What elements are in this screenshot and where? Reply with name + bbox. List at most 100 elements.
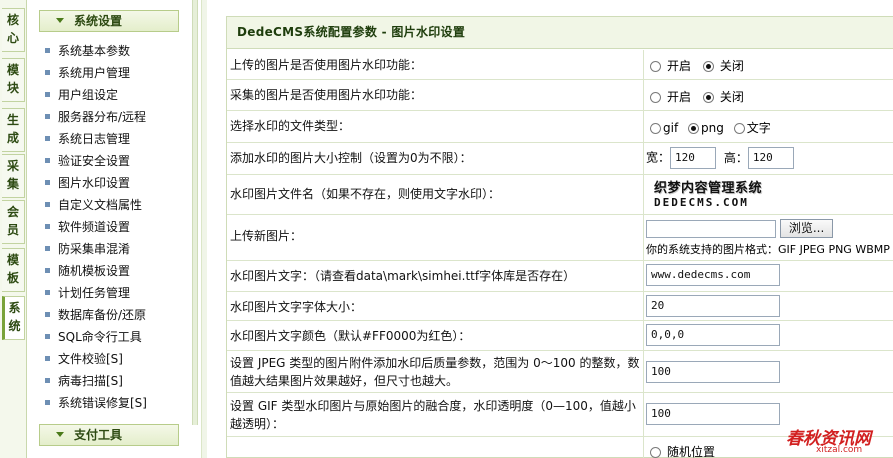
- font-color-input[interactable]: 0,0,0: [646, 324, 780, 346]
- bullet-icon: [45, 400, 50, 405]
- sidebar-item[interactable]: 防采集串混淆: [45, 238, 147, 260]
- bullet-icon: [45, 334, 50, 339]
- setting-value: 0,0,0: [643, 321, 893, 350]
- bullet-icon: [45, 158, 50, 163]
- radio-checked-icon[interactable]: [702, 92, 714, 103]
- height-input[interactable]: 120: [747, 147, 794, 169]
- width-input[interactable]: 120: [670, 147, 717, 169]
- setting-value: 20: [643, 292, 893, 320]
- splitter-bar[interactable]: [192, 0, 198, 425]
- sidebar-section-title: 系统设置: [74, 14, 123, 28]
- sidebar-item[interactable]: 随机模板设置: [45, 260, 147, 282]
- tab-modules[interactable]: 模块: [2, 58, 25, 102]
- setting-row: 水印图片文字：（请查看data\mark\simhei.ttf字体库是否存在） …: [227, 261, 893, 292]
- sidebar-section2-title: 支付工具: [74, 428, 123, 442]
- tab-generate[interactable]: 生成: [2, 108, 25, 152]
- jpeg-quality-input[interactable]: 100: [646, 361, 780, 383]
- chevron-down-icon: [56, 18, 64, 23]
- radio-icon[interactable]: [650, 447, 661, 458]
- setting-value: www.dedecms.com: [643, 261, 893, 291]
- watermark-image-line1: 织梦内容管理系统: [654, 181, 763, 196]
- sidebar-item[interactable]: 系统日志管理: [45, 128, 147, 150]
- setting-row: 水印图片文件名（如果不存在，则使用文字水印）： 织梦内容管理系统 DEDECMS…: [227, 175, 893, 215]
- bullet-icon: [45, 246, 50, 251]
- setting-label: 上传的图片是否使用图片水印功能：: [230, 58, 423, 72]
- setting-value: 织梦内容管理系统 DEDECMS.COM: [643, 175, 893, 214]
- vertical-tab-strip: 核心 模块 生成 采集 会员 模板 系统: [0, 0, 27, 458]
- sidebar-item[interactable]: 文件校验[S]: [45, 348, 147, 370]
- radio-icon[interactable]: [650, 92, 661, 103]
- font-size-input[interactable]: 20: [646, 295, 780, 317]
- radio-icon[interactable]: [733, 123, 745, 134]
- gif-transparency-input[interactable]: 100: [646, 403, 780, 425]
- sidebar-item[interactable]: 系统基本参数: [45, 40, 147, 62]
- settings-panel: DedeCMS系统配置参数 - 图片水印设置 上传的图片是否使用图片水印功能： …: [226, 16, 893, 458]
- width-label: 宽：: [646, 150, 671, 165]
- page-title: DedeCMS系统配置参数 - 图片水印设置: [227, 17, 893, 49]
- setting-row: 水印图片文字字体大小： 20: [227, 292, 893, 321]
- sidebar-item[interactable]: 图片水印设置: [45, 172, 147, 194]
- radio-icon[interactable]: [650, 61, 661, 72]
- radio-option-off[interactable]: 关闭: [702, 57, 744, 74]
- setting-label: 设置 JPEG 类型的图片附件添加水印后质量参数，范围为 0～100 的整数，数…: [230, 356, 640, 388]
- radio-option-text[interactable]: 文字: [733, 119, 771, 136]
- sidebar-section-header-payment[interactable]: 支付工具: [39, 424, 179, 446]
- sidebar-item[interactable]: 用户组设定: [45, 84, 147, 106]
- admin-window: 核心 模块 生成 采集 会员 模板 系统 系统设置 系统基本参数 系统用户管理 …: [0, 0, 893, 458]
- setting-label: 水印图片文字字体大小：: [230, 300, 363, 314]
- radio-option-gif[interactable]: gif: [650, 121, 678, 135]
- file-path-input[interactable]: [646, 219, 776, 238]
- browse-button[interactable]: 浏览...: [779, 219, 834, 238]
- bullet-icon: [45, 356, 50, 361]
- radio-option-on[interactable]: 开启: [650, 88, 691, 105]
- tab-members[interactable]: 会员: [2, 200, 25, 244]
- radio-option-png[interactable]: png: [688, 121, 724, 135]
- sidebar-item[interactable]: 自定义文档属性: [45, 194, 147, 216]
- setting-value: 开启 关闭: [643, 50, 893, 79]
- tab-system[interactable]: 系统: [2, 296, 25, 340]
- sidebar-item[interactable]: 计划任务管理: [45, 282, 147, 304]
- setting-value: 浏览... 你的系统支持的图片格式：GIF JPEG PNG WBMP: [643, 215, 893, 260]
- watermark-site-url: xitzal.com: [816, 445, 863, 455]
- sidebar-item[interactable]: 验证安全设置: [45, 150, 147, 172]
- tab-templates[interactable]: 模板: [2, 248, 25, 292]
- sidebar-item[interactable]: 数据库备份/还原: [45, 304, 147, 326]
- sidebar-item[interactable]: 软件频道设置: [45, 216, 147, 238]
- sidebar-item[interactable]: SQL命令行工具: [45, 326, 147, 348]
- scrollbar-track[interactable]: [201, 0, 207, 458]
- sidebar-item[interactable]: 服务器分布/远程: [45, 106, 147, 128]
- sidebar-item[interactable]: 病毒扫描[S]: [45, 370, 147, 392]
- radio-checked-icon[interactable]: [702, 61, 714, 72]
- setting-value: gif png 文字: [643, 111, 893, 142]
- setting-value: 开启 关闭: [643, 80, 893, 110]
- setting-label: 水印图片文字颜色（默认#FF0000为红色）：: [230, 329, 471, 343]
- tab-collect[interactable]: 采集: [2, 154, 25, 198]
- bullet-icon: [45, 202, 50, 207]
- tab-core[interactable]: 核心: [2, 8, 25, 52]
- watermark-text-input[interactable]: www.dedecms.com: [646, 264, 780, 286]
- bullet-icon: [45, 268, 50, 273]
- radio-option-on[interactable]: 开启: [650, 57, 691, 74]
- setting-label: 设置 GIF 类型水印图片与原始图片的融合度，水印透明度（0—100，值越小越透…: [230, 399, 636, 431]
- radio-option-random[interactable]: 随机位置: [650, 443, 715, 458]
- setting-value: 100: [643, 351, 893, 392]
- height-label: 高：: [723, 150, 748, 165]
- panel-splitter[interactable]: [190, 0, 209, 458]
- radio-icon[interactable]: [650, 123, 661, 134]
- bullet-icon: [45, 312, 50, 317]
- sidebar-item[interactable]: 系统用户管理: [45, 62, 147, 84]
- bullet-icon: [45, 48, 50, 53]
- site-watermark-logo: 春秋资讯网 xitzal.com: [776, 424, 893, 458]
- setting-row: 选择水印的文件类型： gif png 文字: [227, 111, 893, 143]
- bullet-icon: [45, 378, 50, 383]
- chevron-down-icon: [56, 432, 64, 437]
- radio-checked-icon[interactable]: [688, 123, 700, 134]
- bullet-icon: [45, 290, 50, 295]
- watermark-image-line2: DEDECMS.COM: [654, 196, 749, 209]
- setting-row: 上传新图片： 浏览... 你的系统支持的图片格式：GIF JPEG PNG WB…: [227, 215, 893, 261]
- sidebar: 系统设置 系统基本参数 系统用户管理 用户组设定 服务器分布/远程 系统日志管理…: [27, 0, 190, 458]
- radio-option-off[interactable]: 关闭: [702, 88, 744, 105]
- sidebar-item[interactable]: 系统错误修复[S]: [45, 392, 147, 414]
- sidebar-section-header[interactable]: 系统设置: [39, 10, 179, 32]
- setting-label: 水印图片文件名（如果不存在，则使用文字水印）：: [230, 187, 501, 201]
